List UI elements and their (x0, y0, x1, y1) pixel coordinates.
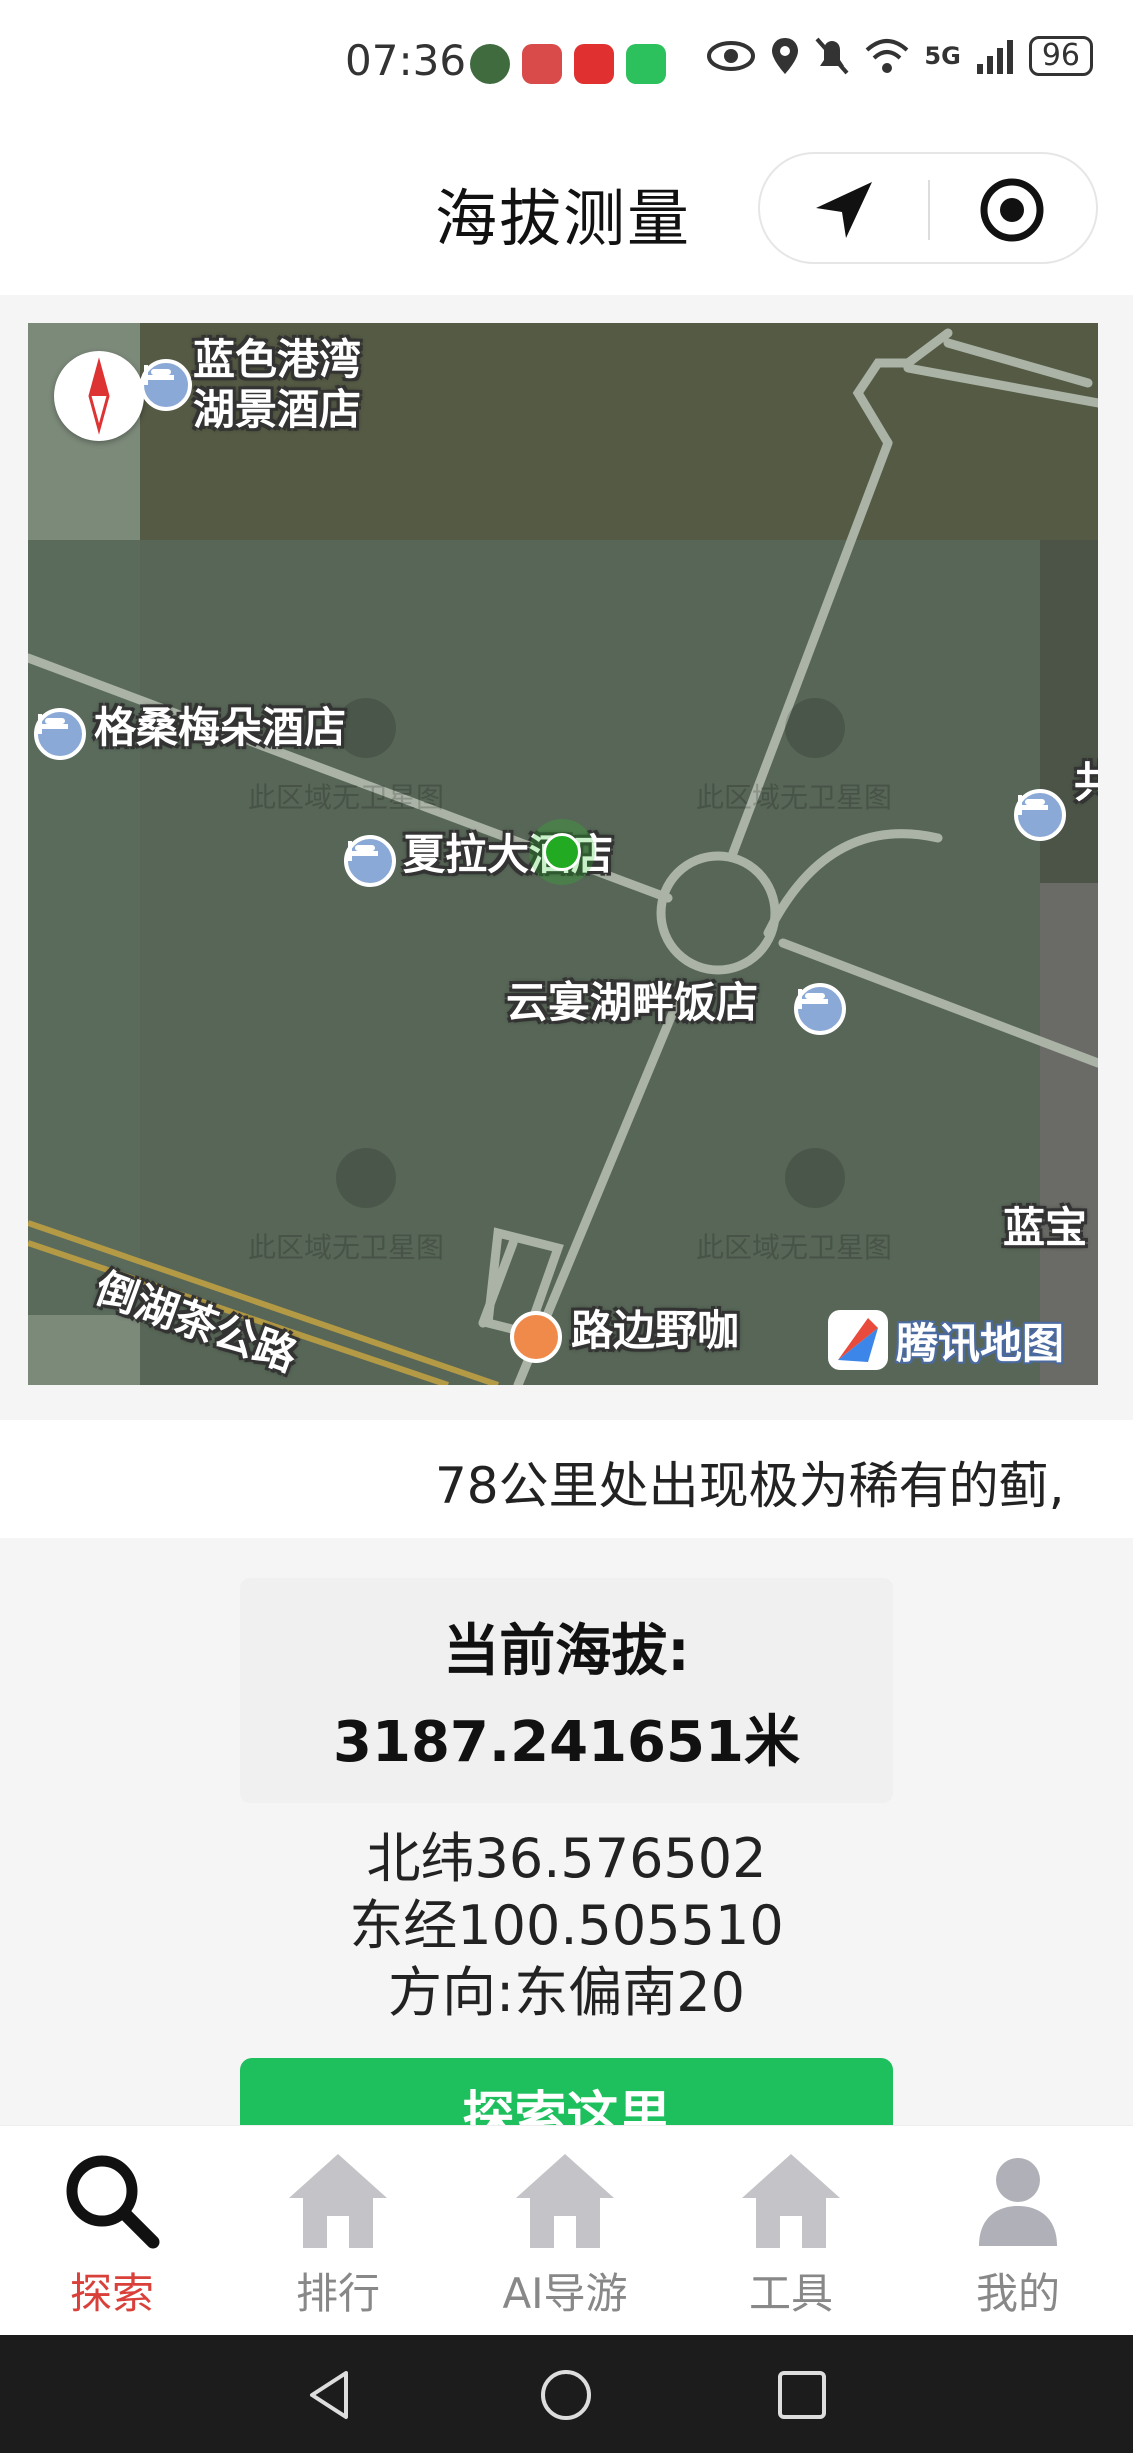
location-icon (772, 38, 799, 74)
hotel-marker-icon[interactable] (1014, 789, 1066, 841)
cafe-marker-icon[interactable] (510, 1311, 562, 1363)
map-label-cafe[interactable]: 路边野咖 (571, 1306, 739, 1356)
map-label-edge[interactable]: 共 (1074, 758, 1098, 808)
latitude-text: 北纬36.576502 (366, 1827, 767, 1890)
status-bar: 07:36 5G 96 (0, 0, 1133, 130)
hotel-marker-icon[interactable] (34, 708, 86, 760)
page-title: 海拔测量 (435, 182, 692, 255)
wifi-icon (866, 39, 909, 73)
tab-label: AI导游 (502, 2269, 628, 2318)
map-label-edge[interactable]: 蓝宝 (1003, 1203, 1087, 1253)
tab-tools[interactable]: 工具 (691, 2146, 891, 2326)
map-watermark: 此区域无卫星图 (248, 781, 445, 814)
status-icons: 5G 96 (706, 36, 1093, 76)
tab-mine[interactable]: 我的 (918, 2146, 1118, 2326)
compass-icon (88, 357, 110, 435)
capsule-divider (928, 180, 930, 240)
map-label-hotel[interactable]: 蓝色港湾 湖景酒店 (193, 335, 361, 436)
mute-icon (815, 37, 849, 75)
home-icon (510, 2146, 620, 2256)
navigation-button[interactable] (804, 170, 884, 250)
longitude-text: 东经100.505510 (349, 1894, 784, 1957)
tab-label: 我的 (975, 2269, 1060, 2318)
hotel-marker-icon[interactable] (140, 359, 192, 411)
close-miniprogram-button[interactable] (972, 170, 1052, 250)
tencent-map-logo: 腾讯地图 (828, 1308, 1064, 1372)
navigation-arrow-icon (816, 182, 872, 238)
app-notification-icon (470, 44, 510, 84)
home-circle-icon (541, 2370, 591, 2420)
map-label-restaurant[interactable]: 云宴湖畔饭店 (506, 978, 758, 1028)
signal-icon (976, 40, 1013, 74)
tab-label: 探索 (69, 2269, 154, 2318)
marquee-text: 78公里处出现极为稀有的蓟, (435, 1457, 1065, 1515)
map-watermark: 此区域无卫星图 (696, 781, 893, 814)
map-view[interactable]: 此区域无卫星图 此区域无卫星图 此区域无卫星图 此区域无卫星图 蓝色港湾 湖景酒… (28, 323, 1098, 1385)
status-time: 07:36 (345, 36, 467, 85)
tencent-map-logo-icon (828, 1310, 888, 1370)
home-icon (736, 2146, 846, 2256)
target-icon (980, 178, 1044, 242)
user-icon (963, 2146, 1073, 2256)
tab-ai-guide[interactable]: AI导游 (465, 2146, 665, 2326)
tab-explore[interactable]: 探索 (12, 2146, 212, 2326)
direction-text: 方向:东偏南20 (388, 1961, 745, 2024)
home-button[interactable] (538, 2367, 594, 2423)
current-location-marker (543, 833, 581, 871)
coordinates-block: 北纬36.576502 东经100.505510 方向:东偏南20 (0, 1825, 1133, 2026)
capsule-menu (758, 152, 1098, 264)
recents-square-icon (778, 2371, 826, 2419)
compass-button[interactable] (54, 351, 144, 441)
network-type: 5G (924, 42, 961, 70)
home-icon (283, 2146, 393, 2256)
tab-label: 工具 (748, 2269, 833, 2318)
map-watermark: 此区域无卫星图 (696, 1231, 893, 1264)
eye-icon (707, 41, 756, 71)
map-watermark: 此区域无卫星图 (248, 1231, 445, 1264)
battery-indicator: 96 (1028, 36, 1093, 76)
system-nav-bar (0, 2335, 1133, 2453)
tab-ranking[interactable]: 排行 (238, 2146, 438, 2326)
app-notification-icon (574, 44, 614, 84)
hotel-marker-icon[interactable] (794, 983, 846, 1035)
nav-header: 海拔测量 (0, 130, 1133, 295)
back-triangle-icon (310, 2371, 348, 2419)
altitude-value: 3187.241651米 (333, 1710, 800, 1775)
altitude-card: 当前海拔: 3187.241651米 (240, 1578, 893, 1803)
app-notification-icon (522, 44, 562, 84)
search-icon (57, 2146, 167, 2256)
back-button[interactable] (302, 2367, 358, 2423)
tab-label: 排行 (295, 2269, 380, 2318)
notice-marquee: 78公里处出现极为稀有的蓟, (0, 1420, 1133, 1538)
map-label-hotel[interactable]: 夏拉大酒店 (403, 830, 613, 880)
map-provider-label: 腾讯地图 (896, 1318, 1065, 1368)
recents-button[interactable] (774, 2367, 830, 2423)
altitude-label: 当前海拔: (443, 1619, 690, 1684)
map-label-hotel[interactable]: 格桑梅朵酒店 (94, 703, 346, 753)
wechat-icon (626, 44, 666, 84)
tab-bar: 探索 排行 AI导游 工具 我的 (0, 2125, 1133, 2335)
hotel-marker-icon[interactable] (344, 835, 396, 887)
